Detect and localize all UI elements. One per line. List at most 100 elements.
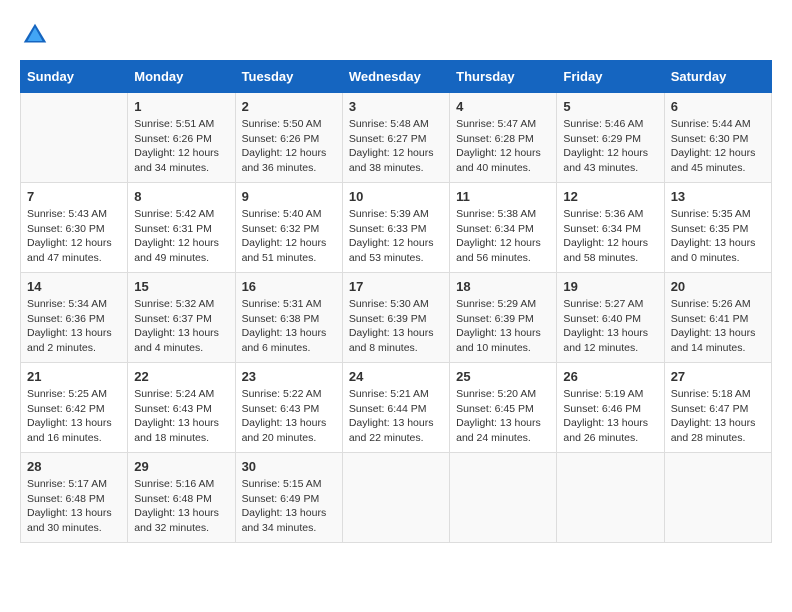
day-number: 14 [27, 279, 121, 294]
calendar-cell [21, 93, 128, 183]
day-number: 23 [242, 369, 336, 384]
cell-info: Sunrise: 5:36 AM Sunset: 6:34 PM Dayligh… [563, 207, 657, 266]
calendar-week-0: 1 Sunrise: 5:51 AM Sunset: 6:26 PM Daylig… [21, 93, 772, 183]
calendar-header: SundayMondayTuesdayWednesdayThursdayFrid… [21, 61, 772, 93]
calendar-cell: 24 Sunrise: 5:21 AM Sunset: 6:44 PM Dayli… [342, 363, 449, 453]
header-day-sunday: Sunday [21, 61, 128, 93]
calendar-body: 1 Sunrise: 5:51 AM Sunset: 6:26 PM Daylig… [21, 93, 772, 543]
cell-info: Sunrise: 5:17 AM Sunset: 6:48 PM Dayligh… [27, 477, 121, 536]
day-number: 21 [27, 369, 121, 384]
day-number: 25 [456, 369, 550, 384]
cell-info: Sunrise: 5:40 AM Sunset: 6:32 PM Dayligh… [242, 207, 336, 266]
day-number: 3 [349, 99, 443, 114]
cell-info: Sunrise: 5:24 AM Sunset: 6:43 PM Dayligh… [134, 387, 228, 446]
day-number: 6 [671, 99, 765, 114]
calendar-cell: 2Sunrise: 5:50 AM Sunset: 6:26 PM Daylig… [235, 93, 342, 183]
calendar-cell: 30 Sunrise: 5:15 AM Sunset: 6:49 PM Dayli… [235, 453, 342, 543]
day-number: 16 [242, 279, 336, 294]
calendar-week-4: 28 Sunrise: 5:17 AM Sunset: 6:48 PM Dayli… [21, 453, 772, 543]
calendar-cell: 23 Sunrise: 5:22 AM Sunset: 6:43 PM Dayli… [235, 363, 342, 453]
day-number: 29 [134, 459, 228, 474]
day-number: 2 [242, 99, 336, 114]
day-number: 7 [27, 189, 121, 204]
calendar-week-2: 14 Sunrise: 5:34 AM Sunset: 6:36 PM Dayli… [21, 273, 772, 363]
calendar-cell: 21 Sunrise: 5:25 AM Sunset: 6:42 PM Dayli… [21, 363, 128, 453]
cell-info: Sunrise: 5:22 AM Sunset: 6:43 PM Dayligh… [242, 387, 336, 446]
calendar-cell: 14 Sunrise: 5:34 AM Sunset: 6:36 PM Dayli… [21, 273, 128, 363]
calendar-cell: 25 Sunrise: 5:20 AM Sunset: 6:45 PM Dayli… [450, 363, 557, 453]
calendar-cell: 13 Sunrise: 5:35 AM Sunset: 6:35 PM Dayli… [664, 183, 771, 273]
calendar-cell: 16 Sunrise: 5:31 AM Sunset: 6:38 PM Dayli… [235, 273, 342, 363]
header-row: SundayMondayTuesdayWednesdayThursdayFrid… [21, 61, 772, 93]
cell-info: Sunrise: 5:47 AM Sunset: 6:28 PM Dayligh… [456, 117, 550, 176]
calendar-cell: 29 Sunrise: 5:16 AM Sunset: 6:48 PM Dayli… [128, 453, 235, 543]
day-number: 18 [456, 279, 550, 294]
calendar-cell: 19 Sunrise: 5:27 AM Sunset: 6:40 PM Dayli… [557, 273, 664, 363]
cell-info: Sunrise: 5:32 AM Sunset: 6:37 PM Dayligh… [134, 297, 228, 356]
day-number: 9 [242, 189, 336, 204]
calendar-cell: 17 Sunrise: 5:30 AM Sunset: 6:39 PM Dayli… [342, 273, 449, 363]
cell-info: Sunrise: 5:21 AM Sunset: 6:44 PM Dayligh… [349, 387, 443, 446]
header-day-monday: Monday [128, 61, 235, 93]
day-number: 28 [27, 459, 121, 474]
calendar-cell [450, 453, 557, 543]
cell-info: Sunrise: 5:31 AM Sunset: 6:38 PM Dayligh… [242, 297, 336, 356]
calendar-cell: 26 Sunrise: 5:19 AM Sunset: 6:46 PM Dayli… [557, 363, 664, 453]
day-number: 17 [349, 279, 443, 294]
header-day-saturday: Saturday [664, 61, 771, 93]
day-number: 24 [349, 369, 443, 384]
day-number: 27 [671, 369, 765, 384]
cell-info: Sunrise: 5:44 AM Sunset: 6:30 PM Dayligh… [671, 117, 765, 176]
cell-info: Sunrise: 5:35 AM Sunset: 6:35 PM Dayligh… [671, 207, 765, 266]
calendar-cell [557, 453, 664, 543]
calendar-cell: 7 Sunrise: 5:43 AM Sunset: 6:30 PM Daylig… [21, 183, 128, 273]
logo [20, 20, 54, 50]
cell-info: Sunrise: 5:25 AM Sunset: 6:42 PM Dayligh… [27, 387, 121, 446]
calendar-cell [342, 453, 449, 543]
header-day-thursday: Thursday [450, 61, 557, 93]
calendar-week-3: 21 Sunrise: 5:25 AM Sunset: 6:42 PM Dayli… [21, 363, 772, 453]
cell-info: Sunrise: 5:26 AM Sunset: 6:41 PM Dayligh… [671, 297, 765, 356]
cell-info: Sunrise: 5:46 AM Sunset: 6:29 PM Dayligh… [563, 117, 657, 176]
calendar-week-1: 7 Sunrise: 5:43 AM Sunset: 6:30 PM Daylig… [21, 183, 772, 273]
calendar-cell: 18Sunrise: 5:29 AM Sunset: 6:39 PM Dayli… [450, 273, 557, 363]
calendar-table: SundayMondayTuesdayWednesdayThursdayFrid… [20, 60, 772, 543]
header-day-wednesday: Wednesday [342, 61, 449, 93]
cell-info: Sunrise: 5:38 AM Sunset: 6:34 PM Dayligh… [456, 207, 550, 266]
day-number: 19 [563, 279, 657, 294]
cell-info: Sunrise: 5:27 AM Sunset: 6:40 PM Dayligh… [563, 297, 657, 356]
day-number: 4 [456, 99, 550, 114]
calendar-cell: 28 Sunrise: 5:17 AM Sunset: 6:48 PM Dayli… [21, 453, 128, 543]
calendar-cell: 1 Sunrise: 5:51 AM Sunset: 6:26 PM Daylig… [128, 93, 235, 183]
day-number: 26 [563, 369, 657, 384]
day-number: 11 [456, 189, 550, 204]
cell-info: Sunrise: 5:48 AM Sunset: 6:27 PM Dayligh… [349, 117, 443, 176]
calendar-cell: 9 Sunrise: 5:40 AM Sunset: 6:32 PM Daylig… [235, 183, 342, 273]
calendar-cell: 10Sunrise: 5:39 AM Sunset: 6:33 PM Dayli… [342, 183, 449, 273]
day-number: 12 [563, 189, 657, 204]
calendar-cell: 22 Sunrise: 5:24 AM Sunset: 6:43 PM Dayli… [128, 363, 235, 453]
cell-info: Sunrise: 5:15 AM Sunset: 6:49 PM Dayligh… [242, 477, 336, 536]
day-number: 13 [671, 189, 765, 204]
calendar-cell: 5Sunrise: 5:46 AM Sunset: 6:29 PM Daylig… [557, 93, 664, 183]
day-number: 22 [134, 369, 228, 384]
calendar-cell: 20 Sunrise: 5:26 AM Sunset: 6:41 PM Dayli… [664, 273, 771, 363]
day-number: 30 [242, 459, 336, 474]
calendar-cell: 15Sunrise: 5:32 AM Sunset: 6:37 PM Dayli… [128, 273, 235, 363]
cell-info: Sunrise: 5:30 AM Sunset: 6:39 PM Dayligh… [349, 297, 443, 356]
calendar-cell: 27 Sunrise: 5:18 AM Sunset: 6:47 PM Dayli… [664, 363, 771, 453]
cell-info: Sunrise: 5:20 AM Sunset: 6:45 PM Dayligh… [456, 387, 550, 446]
calendar-cell: 4 Sunrise: 5:47 AM Sunset: 6:28 PM Daylig… [450, 93, 557, 183]
calendar-cell: 11 Sunrise: 5:38 AM Sunset: 6:34 PM Dayli… [450, 183, 557, 273]
cell-info: Sunrise: 5:18 AM Sunset: 6:47 PM Dayligh… [671, 387, 765, 446]
cell-info: Sunrise: 5:16 AM Sunset: 6:48 PM Dayligh… [134, 477, 228, 536]
day-number: 1 [134, 99, 228, 114]
cell-info: Sunrise: 5:42 AM Sunset: 6:31 PM Dayligh… [134, 207, 228, 266]
cell-info: Sunrise: 5:19 AM Sunset: 6:46 PM Dayligh… [563, 387, 657, 446]
cell-info: Sunrise: 5:51 AM Sunset: 6:26 PM Dayligh… [134, 117, 228, 176]
cell-info: Sunrise: 5:34 AM Sunset: 6:36 PM Dayligh… [27, 297, 121, 356]
calendar-cell: 6 Sunrise: 5:44 AM Sunset: 6:30 PM Daylig… [664, 93, 771, 183]
day-number: 20 [671, 279, 765, 294]
cell-info: Sunrise: 5:43 AM Sunset: 6:30 PM Dayligh… [27, 207, 121, 266]
header-day-friday: Friday [557, 61, 664, 93]
